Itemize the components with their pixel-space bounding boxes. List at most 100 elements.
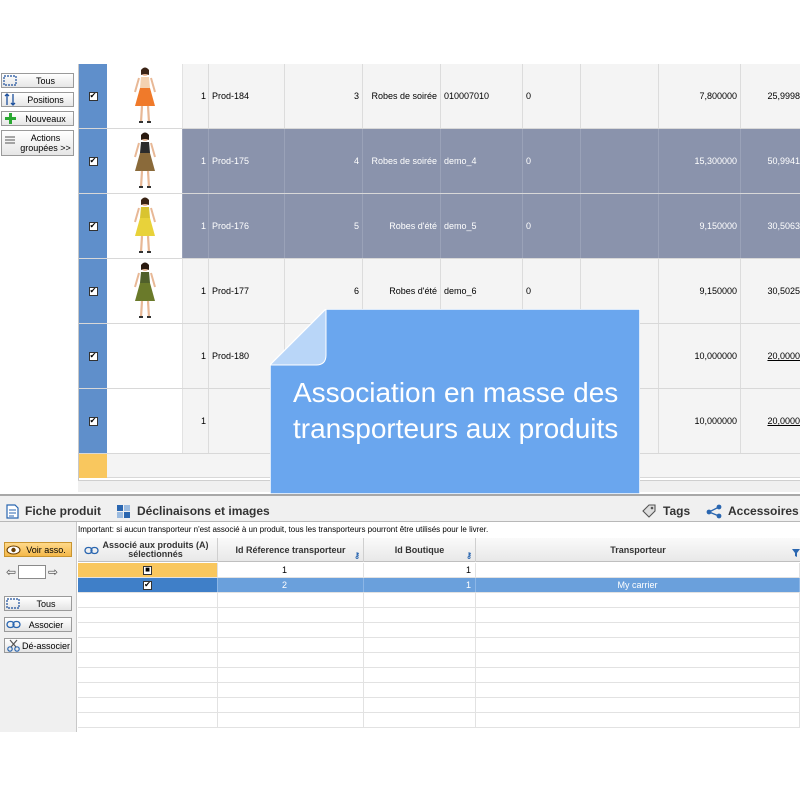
empty-cell	[78, 608, 218, 622]
key-icon: ⚷	[466, 551, 472, 560]
row-checkbox[interactable]: ✔	[88, 416, 98, 426]
cell-position: 4	[285, 129, 363, 193]
dissociate-label: Dé-associer	[21, 640, 70, 651]
tab-product-sheet-label: Fiche produit	[25, 504, 101, 518]
positions-button[interactable]: Positions	[1, 92, 74, 107]
cell-price: 30,5025	[741, 259, 800, 323]
empty-row[interactable]	[78, 638, 800, 653]
tab-product-sheet[interactable]: Fiche produit	[6, 500, 101, 522]
select-all-button[interactable]: Tous	[1, 73, 74, 88]
show-associations-button[interactable]: Voir asso.	[4, 542, 72, 557]
cell-weight: 10,000000	[659, 389, 741, 453]
assoc-checkbox[interactable]: ✔	[143, 580, 152, 590]
associate-label: Associer	[28, 619, 64, 630]
empty-cell	[218, 593, 364, 607]
empty-cell	[476, 593, 800, 607]
empty-cell	[78, 668, 218, 682]
cell-ean: demo_4	[441, 129, 523, 193]
tab-tags[interactable]: Tags	[642, 500, 690, 522]
header-id-ref[interactable]: Id Réference transporteur ⚷	[218, 538, 364, 562]
tab-accessories[interactable]: Accessoires	[706, 500, 799, 522]
new-button[interactable]: Nouveaux	[1, 111, 74, 126]
assoc-checkbox[interactable]: ■	[143, 565, 152, 575]
link-icon	[84, 546, 99, 557]
cell-price: 20,0000	[741, 389, 800, 453]
row-select-cell[interactable]: ✔	[79, 129, 107, 193]
empty-row[interactable]	[78, 608, 800, 623]
product-row[interactable]: ✔ 1 Prod-175 4 Robes de soirée demo_4 0 15,3000…	[79, 129, 800, 194]
carrier-grid-header: Associé aux produits (A) sélectionnés Id…	[78, 538, 800, 562]
bulk-actions-button[interactable]: Actions groupées >>	[1, 130, 74, 156]
product-row[interactable]: ✔ 1 Prod-184 3 Robes de soirée 010007010 0 7,80…	[79, 64, 800, 129]
cell-position: 5	[285, 194, 363, 258]
header-associated[interactable]: Associé aux produits (A) sélectionnés	[78, 538, 218, 562]
empty-cell	[218, 653, 364, 667]
carrier-select-all-button[interactable]: Tous	[4, 596, 72, 611]
combinations-icon	[116, 504, 131, 519]
share-icon	[706, 504, 722, 519]
empty-cell	[78, 638, 218, 652]
empty-cell	[78, 623, 218, 637]
row-select-cell[interactable]: ✔	[79, 389, 107, 453]
cell-weight: 9,150000	[659, 194, 741, 258]
eye-icon	[5, 544, 21, 555]
cell-category: Robes de soirée	[363, 129, 441, 193]
cell-reference: Prod-175	[209, 129, 285, 193]
arrow-right-icon[interactable]: ⇨	[46, 565, 60, 579]
row-select-cell[interactable]: ✔	[79, 194, 107, 258]
cell-number: 1	[183, 64, 209, 128]
cell-stock: 0	[523, 64, 581, 128]
filter-icon[interactable]	[792, 549, 800, 559]
cell-category: Robes de soirée	[363, 64, 441, 128]
carrier-row[interactable]: ■ 1 1	[78, 563, 800, 578]
cell-carrier: My carrier	[476, 578, 800, 592]
header-carrier[interactable]: Transporteur	[476, 538, 800, 562]
important-note: Important: si aucun transporteur n'est a…	[78, 525, 489, 534]
row-checkbox[interactable]: ✔	[88, 91, 98, 101]
associate-button[interactable]: Associer	[4, 617, 72, 632]
list-icon	[2, 133, 18, 146]
dissociate-button[interactable]: Dé-associer	[4, 638, 72, 653]
tab-combinations[interactable]: Déclinaisons et images	[116, 500, 270, 522]
empty-cell	[476, 623, 800, 637]
empty-cell	[78, 593, 218, 607]
cell-category: Robes d'été	[363, 194, 441, 258]
header-id-shop[interactable]: Id Boutique ⚷	[364, 538, 476, 562]
row-checkbox[interactable]: ✔	[88, 286, 98, 296]
product-row[interactable]: ✔ 1 Prod-176 5 Robes d'été demo_5 0 9,150000 30,…	[79, 194, 800, 259]
cell-empty	[581, 129, 659, 193]
empty-row[interactable]	[78, 683, 800, 698]
row-checkbox[interactable]: ✔	[88, 351, 98, 361]
cell-id-ref: 1	[218, 563, 364, 577]
arrow-left-icon[interactable]: ⇦	[4, 565, 18, 579]
empty-row[interactable]	[78, 593, 800, 608]
row-select-cell[interactable]: ✔	[79, 259, 107, 323]
empty-row[interactable]	[78, 713, 800, 728]
empty-row[interactable]	[78, 653, 800, 668]
row-checkbox[interactable]: ✔	[88, 221, 98, 231]
cell-stock: 0	[523, 129, 581, 193]
empty-cell	[476, 698, 800, 712]
empty-row[interactable]	[78, 623, 800, 638]
sort-arrows-icon	[2, 93, 18, 106]
tab-tags-label: Tags	[663, 504, 691, 518]
key-icon: ⚷	[354, 551, 360, 560]
cell-ean: 010007010	[441, 64, 523, 128]
row-select-cell[interactable]: ✔	[79, 324, 107, 388]
pager: ⇦ ⇨	[4, 564, 72, 580]
empty-cell	[364, 593, 476, 607]
carrier-row[interactable]: ✔ 2 1 My carrier	[78, 578, 800, 593]
empty-row[interactable]	[78, 698, 800, 713]
page-input[interactable]	[18, 565, 46, 579]
row-checkbox[interactable]: ✔	[88, 156, 98, 166]
row-select-cell[interactable]: ✔	[79, 64, 107, 128]
empty-cell	[218, 623, 364, 637]
cell-position: 3	[285, 64, 363, 128]
empty-cell	[218, 608, 364, 622]
cell-associated[interactable]: ✔	[78, 578, 218, 592]
product-thumbnail	[107, 194, 183, 258]
cell-associated[interactable]: ■	[78, 563, 218, 577]
cell-reference: Prod-176	[209, 194, 285, 258]
empty-row[interactable]	[78, 668, 800, 683]
info-callout: Association en masse des transporteurs a…	[270, 309, 640, 494]
